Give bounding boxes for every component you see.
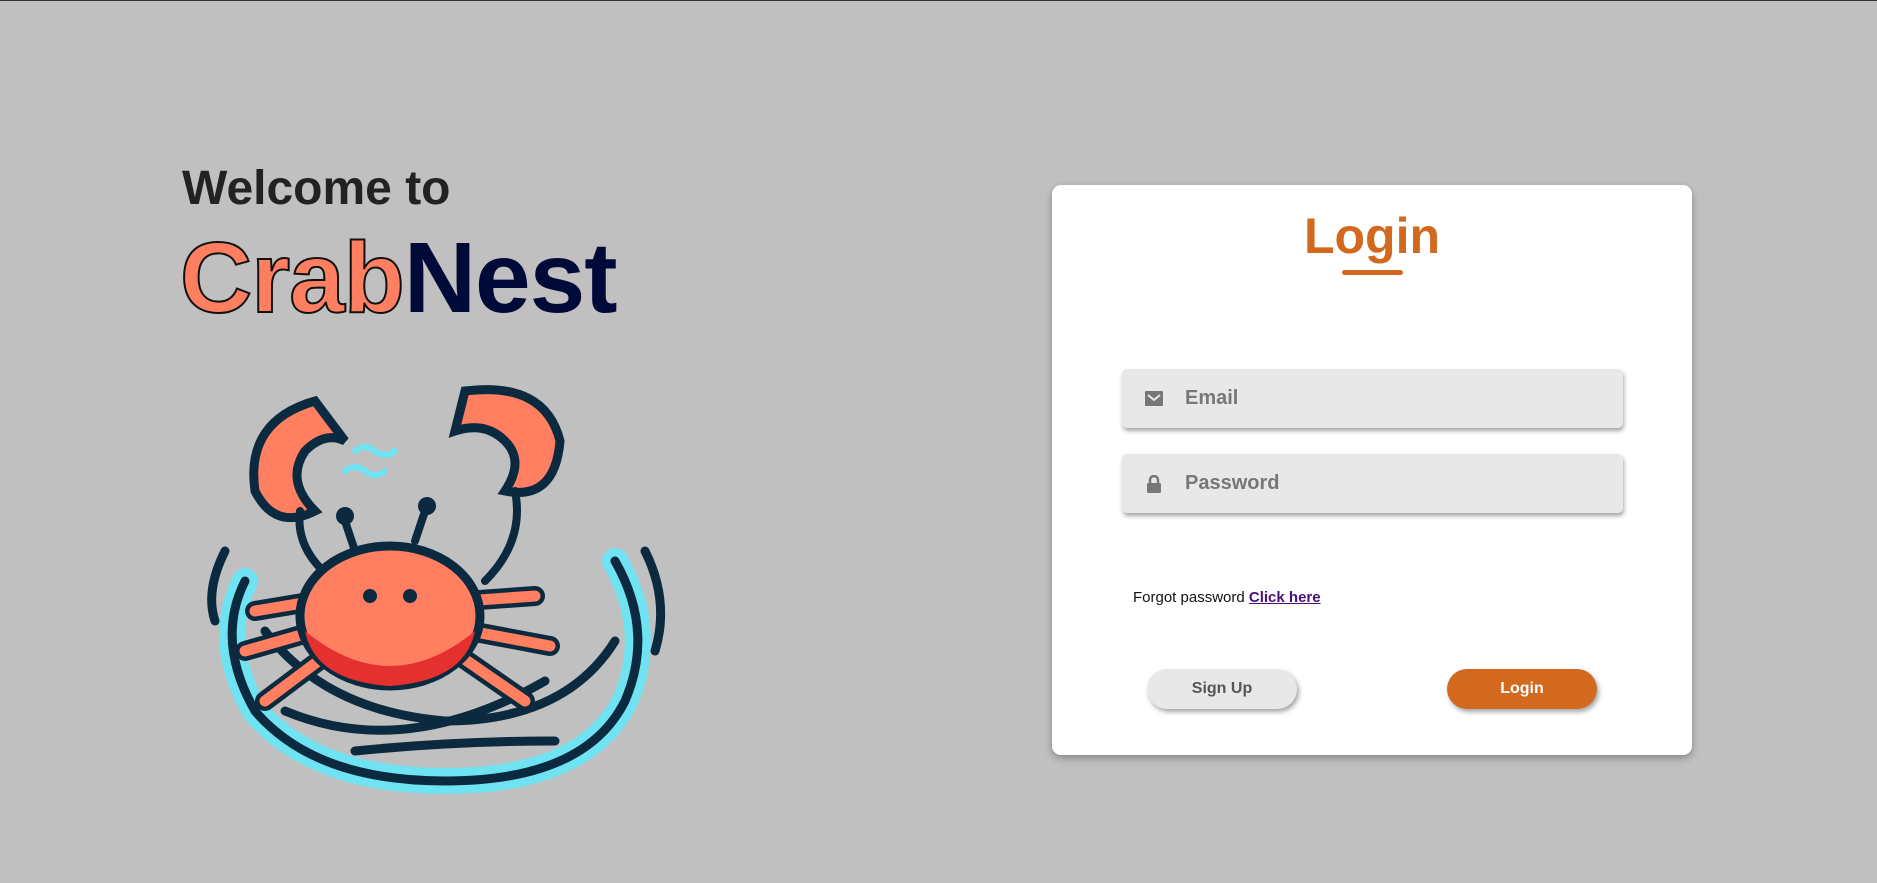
- forgot-password-link[interactable]: Click here: [1249, 589, 1321, 606]
- login-card: Login Forgot password Click here Sign Up…: [1052, 185, 1692, 755]
- forgot-password-text: Forgot password: [1133, 589, 1245, 606]
- login-button[interactable]: Login: [1447, 669, 1597, 709]
- password-input[interactable]: [1183, 453, 1623, 514]
- lock-icon: [1144, 474, 1164, 494]
- brand-nest: Nest: [403, 222, 618, 334]
- welcome-heading: Welcome to: [182, 162, 451, 215]
- title-underline: [1342, 270, 1403, 275]
- login-title: Login: [1303, 208, 1441, 264]
- sign-up-button[interactable]: Sign Up: [1147, 669, 1297, 709]
- crab-logo-image: [207, 385, 666, 795]
- brand-name: CrabNest: [179, 221, 618, 336]
- email-field[interactable]: [1122, 368, 1623, 429]
- brand-crab: Crab: [179, 221, 406, 335]
- password-field[interactable]: [1122, 453, 1623, 514]
- forgot-password: Forgot password Click here: [1133, 589, 1321, 606]
- envelope-icon: [1144, 389, 1164, 409]
- email-input[interactable]: [1183, 368, 1623, 429]
